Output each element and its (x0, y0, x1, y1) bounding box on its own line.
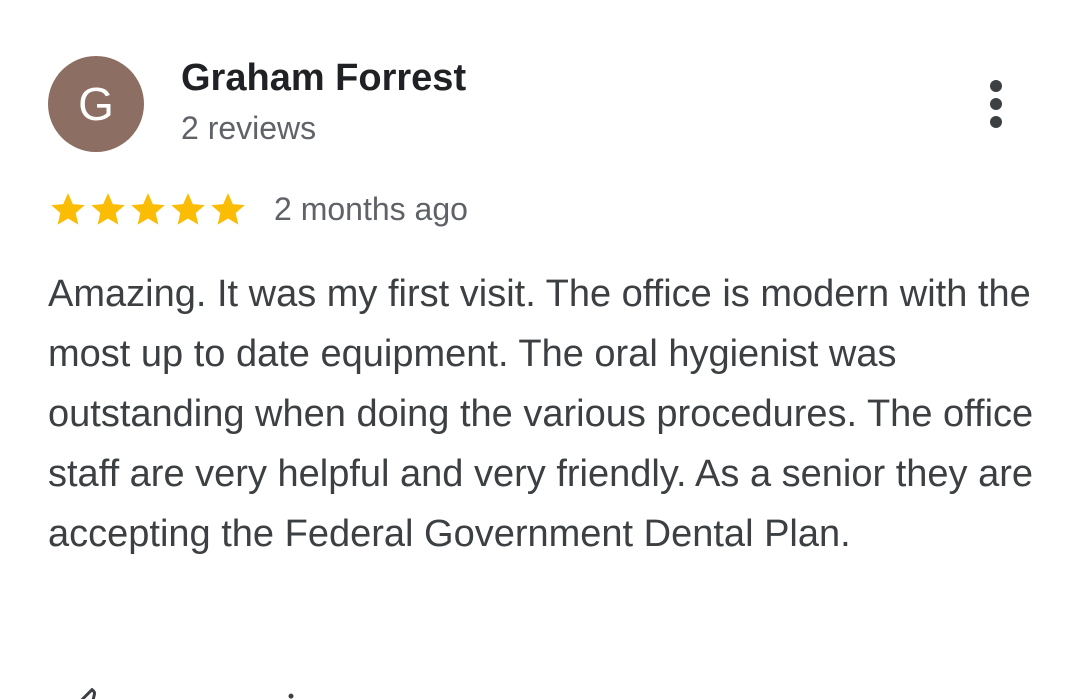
review-text: Amazing. It was my first visit. The offi… (48, 273, 1034, 555)
review-date: 2 months ago (274, 190, 468, 227)
star-icon (88, 189, 128, 229)
thumb-up-icon[interactable] (70, 688, 110, 699)
star-icon (48, 189, 88, 229)
avatar[interactable]: G (48, 56, 144, 152)
star-rating (48, 189, 248, 229)
more-vert-icon-dot (990, 116, 1002, 128)
star-icon (168, 189, 208, 229)
star-icon (128, 189, 168, 229)
rating-row: 2 months ago (48, 186, 468, 232)
reviewer-review-count[interactable]: 2 reviews (181, 106, 316, 150)
star-icon (208, 189, 248, 229)
review-actions (48, 684, 448, 699)
review-card: G Graham Forrest 2 reviews 2 months ago … (0, 0, 1080, 699)
more-options-button[interactable] (966, 72, 1026, 136)
more-vert-icon-dot (990, 80, 1002, 92)
reviewer-name[interactable]: Graham Forrest (181, 54, 466, 102)
avatar-initial: G (78, 78, 114, 130)
more-vert-icon-dot (990, 98, 1002, 110)
share-icon[interactable] (276, 692, 296, 699)
